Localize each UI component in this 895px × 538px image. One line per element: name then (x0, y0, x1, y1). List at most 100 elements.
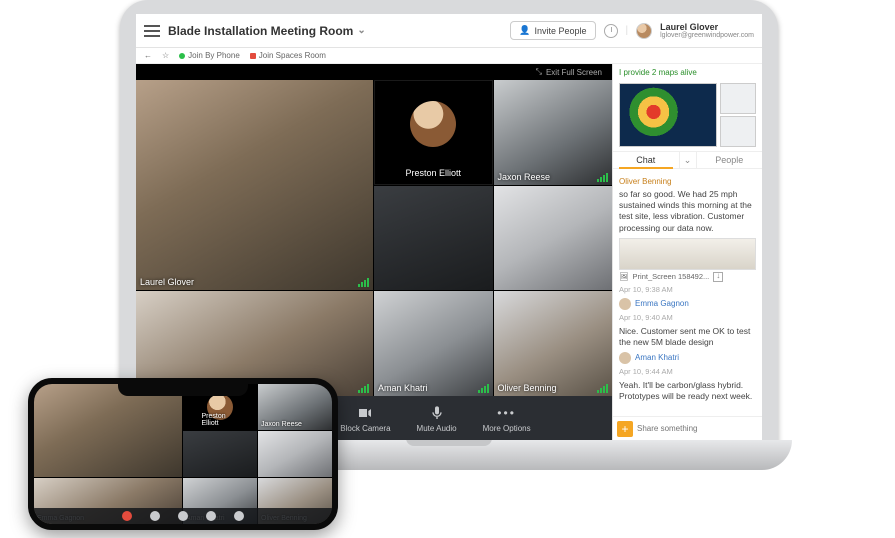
chat-input[interactable] (637, 424, 758, 433)
more-options-icon: ••• (498, 404, 516, 422)
video-tile[interactable]: Jaxon Reese (494, 80, 613, 185)
person-plus-icon: 👤 (519, 25, 530, 36)
video-tile[interactable] (494, 186, 613, 291)
share-caption-text: I provide 2 maps alive (619, 68, 697, 77)
phone-video-tile[interactable] (183, 431, 257, 477)
chat-sender-row: Aman Khatri (619, 352, 756, 364)
side-tabs: Chat ⌄ People (613, 151, 762, 169)
meeting-app: Blade Installation Meeting Room ⌄ 👤 Invi… (136, 14, 762, 440)
avatar (619, 298, 631, 310)
phone-status-icon (179, 53, 185, 59)
attach-button[interactable]: + (617, 421, 633, 437)
signal-bars-icon (478, 384, 489, 393)
file-icon: 🖼 (619, 272, 629, 282)
chat-message: Yeah. It'll be carbon/glass hybrid. Prot… (619, 380, 756, 402)
phone-video-tile[interactable] (258, 431, 332, 477)
file-name: Print_Screen 158492... (633, 272, 710, 282)
chat-image-attachment[interactable] (619, 238, 756, 270)
participant-name: Laurel Glover (140, 277, 194, 287)
invite-people-button[interactable]: 👤 Invite People (510, 21, 595, 40)
join-by-phone-label: Join By Phone (188, 51, 240, 60)
phone-control-button[interactable] (178, 511, 188, 521)
download-icon[interactable]: ↓ (713, 272, 723, 282)
invite-label: Invite People (534, 26, 586, 36)
exit-fullscreen-label[interactable]: Exit Full Screen (546, 68, 602, 77)
chat-timestamp: Apr 10, 9:38 AM (619, 285, 756, 295)
collapse-arrows-icon[interactable]: ⤡ (536, 67, 542, 77)
room-title[interactable]: Blade Installation Meeting Room ⌄ (168, 24, 366, 38)
signal-bars-icon (358, 278, 369, 287)
video-tile[interactable]: Aman Khatri (374, 291, 493, 396)
user-avatar[interactable] (636, 23, 652, 39)
phone-notch (118, 384, 248, 396)
chat-sender-row: Emma Gagnon (619, 298, 756, 310)
menu-icon[interactable] (144, 25, 160, 37)
phone-control-button[interactable] (206, 511, 216, 521)
tab-chat[interactable]: Chat (613, 152, 679, 168)
block-camera-label: Block Camera (340, 424, 390, 433)
avatar (619, 352, 631, 364)
phone-video-tile[interactable]: Jaxon Reese (258, 384, 332, 430)
participant-name: Preston Elliott (405, 168, 461, 178)
phone-meeting-controls (34, 508, 332, 524)
chat-sender: Aman Khatri (635, 353, 679, 363)
video-tile[interactable]: Oliver Benning (494, 291, 613, 396)
participant-name: Oliver Benning (498, 383, 557, 393)
share-caption: I provide 2 maps alive (613, 64, 762, 81)
phone-video-grid: Preston Elliott Jaxon Reese Emma Gagnon … (34, 384, 332, 524)
user-info[interactable]: Laurel Glover lglover@greenwindpower.com (660, 23, 754, 39)
more-options-label: More Options (483, 424, 531, 433)
signal-bars-icon (597, 384, 608, 393)
block-camera-button[interactable]: Block Camera (340, 404, 390, 433)
phone-control-button[interactable] (234, 511, 244, 521)
chevron-down-icon: ⌄ (357, 25, 365, 36)
join-spaces-label: Join Spaces Room (259, 51, 326, 60)
tab-chat-label: Chat (636, 155, 655, 165)
chat-sender: Oliver Benning (619, 177, 756, 187)
laptop-screen: Blade Installation Meeting Room ⌄ 👤 Invi… (136, 14, 762, 440)
star-icon[interactable]: ☆ (162, 51, 169, 60)
chat-timestamp: Apr 10, 9:44 AM (619, 367, 756, 377)
chat-composer: + (613, 416, 762, 440)
thumbnail (720, 83, 756, 114)
video-tile[interactable] (374, 186, 493, 291)
phone-hangup-button[interactable] (122, 511, 132, 521)
join-by-phone-link[interactable]: Join By Phone (179, 51, 240, 60)
weather-map-thumbnail (619, 83, 717, 147)
tab-expand-icon[interactable]: ⌄ (679, 152, 697, 168)
sub-bar: ← ☆ Join By Phone Join Spaces Room (136, 48, 762, 64)
spaces-status-icon (250, 53, 256, 59)
share-preview[interactable] (619, 83, 756, 147)
mute-audio-label: Mute Audio (417, 424, 457, 433)
room-title-text: Blade Installation Meeting Room (168, 24, 353, 38)
mute-audio-button[interactable]: Mute Audio (417, 404, 457, 433)
chat-timestamp: Apr 10, 9:40 AM (619, 313, 756, 323)
join-spaces-link[interactable]: Join Spaces Room (250, 51, 326, 60)
thumbnail (720, 116, 756, 147)
participant-name: Jaxon Reese (498, 172, 551, 182)
divider: | (626, 25, 629, 36)
chat-thread[interactable]: Oliver Benning so far so good. We had 25… (613, 169, 762, 416)
chat-file-attachment[interactable]: 🖼 Print_Screen 158492... ↓ (619, 272, 756, 282)
phone-device: Preston Elliott Jaxon Reese Emma Gagnon … (28, 378, 338, 530)
share-thumbnails (720, 83, 756, 147)
back-icon[interactable]: ← (144, 51, 152, 60)
phone-control-button[interactable] (150, 511, 160, 521)
chat-sender: Emma Gagnon (635, 299, 689, 309)
camera-icon (356, 404, 374, 422)
signal-bars-icon (358, 384, 369, 393)
video-tile-pip[interactable]: Preston Elliott (374, 80, 493, 185)
participant-name: Preston Elliott (202, 413, 239, 427)
top-bar: Blade Installation Meeting Room ⌄ 👤 Invi… (136, 14, 762, 48)
clock-icon[interactable] (604, 24, 618, 38)
participant-name: Aman Khatri (378, 383, 428, 393)
video-tile-feature[interactable]: Laurel Glover (136, 80, 373, 290)
phone-video-tile-feature[interactable] (34, 384, 182, 477)
more-options-button[interactable]: ••• More Options (483, 404, 531, 433)
avatar (410, 101, 456, 147)
participant-name: Jaxon Reese (261, 421, 302, 428)
chat-message: Nice. Customer sent me OK to test the ne… (619, 326, 756, 348)
tab-people[interactable]: People (697, 152, 763, 168)
chat-message: so far so good. We had 25 mph sustained … (619, 189, 756, 233)
side-panel: I provide 2 maps alive Chat ⌄ People (612, 64, 762, 440)
